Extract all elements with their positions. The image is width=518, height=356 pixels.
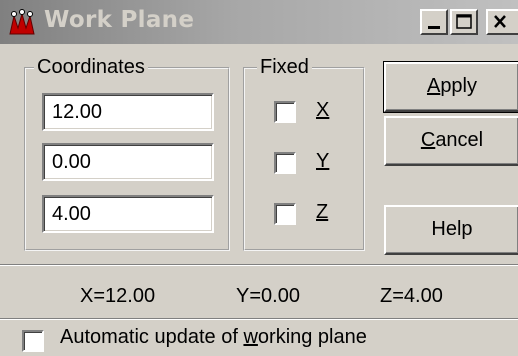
coordinates-group-label: Coordinates bbox=[34, 55, 148, 79]
auto-update-mnemonic: w bbox=[243, 326, 258, 348]
minimize-icon bbox=[428, 26, 440, 29]
help-button[interactable]: Help bbox=[384, 205, 518, 255]
maximize-button[interactable] bbox=[450, 9, 478, 35]
title-bar[interactable]: Work Plane bbox=[0, 0, 518, 44]
fixed-x-checkbox[interactable] bbox=[274, 101, 296, 123]
status-divider-top bbox=[0, 264, 518, 266]
y-coordinate-input[interactable] bbox=[42, 143, 214, 181]
app-logo-icon bbox=[9, 9, 35, 35]
fixed-y-label: Y bbox=[316, 150, 330, 172]
maximize-icon bbox=[456, 14, 472, 29]
status-divider-bottom bbox=[0, 318, 518, 320]
window-title: Work Plane bbox=[44, 7, 195, 33]
cancel-mnemonic: C bbox=[420, 129, 436, 151]
apply-mnemonic: A bbox=[426, 75, 441, 97]
help-button-label: Help bbox=[431, 218, 473, 240]
fixed-x-label: X bbox=[316, 99, 330, 121]
minimize-button[interactable] bbox=[420, 9, 448, 35]
auto-update-label: Automatic update of working plane bbox=[60, 326, 367, 348]
fixed-y-checkbox[interactable] bbox=[274, 152, 296, 174]
status-z: Z=4.00 bbox=[380, 285, 443, 307]
status-y: Y=0.00 bbox=[236, 285, 300, 307]
cancel-button[interactable]: Cancel bbox=[384, 116, 518, 166]
x-coordinate-input[interactable] bbox=[42, 93, 214, 131]
apply-button[interactable]: Apply bbox=[383, 61, 518, 113]
auto-update-checkbox[interactable] bbox=[22, 330, 44, 352]
close-icon bbox=[494, 15, 506, 28]
fixed-z-label: Z bbox=[316, 201, 329, 223]
z-coordinate-input[interactable] bbox=[42, 195, 214, 233]
fixed-group: Fixed bbox=[243, 55, 365, 251]
fixed-group-label: Fixed bbox=[257, 55, 312, 79]
close-button[interactable] bbox=[486, 9, 518, 35]
fixed-z-checkbox[interactable] bbox=[274, 203, 296, 225]
status-x: X=12.00 bbox=[80, 285, 156, 307]
